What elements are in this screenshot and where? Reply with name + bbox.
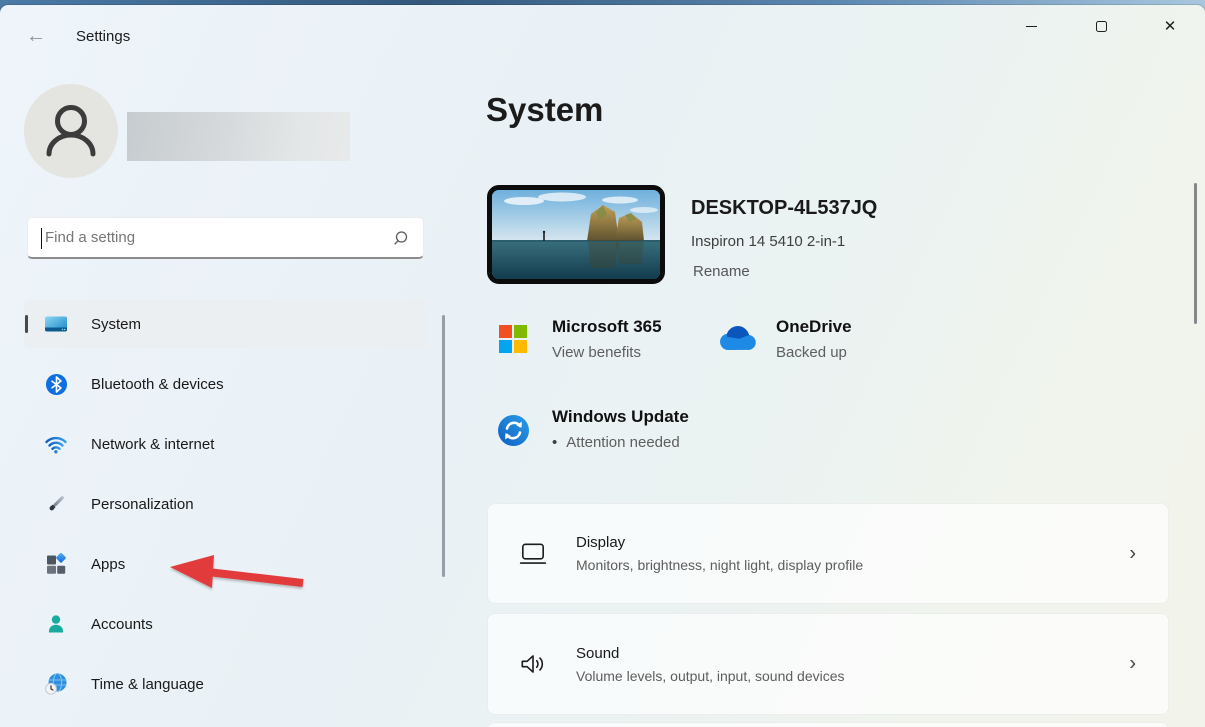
- minimize-icon: [1025, 25, 1037, 27]
- sidebar-item-bluetooth-devices[interactable]: Bluetooth & devices: [24, 360, 426, 408]
- avatar[interactable]: [24, 84, 118, 178]
- main-scrollbar[interactable]: [1194, 183, 1197, 324]
- minimize-button[interactable]: [1008, 9, 1054, 43]
- settings-window: ← Settings ✕ Find a setting System Bluet…: [0, 5, 1205, 727]
- device-name: DESKTOP-4L537JQ: [691, 197, 878, 219]
- sidebar-item-system[interactable]: System: [24, 300, 426, 348]
- card-display[interactable]: Display Monitors, brightness, night ligh…: [487, 503, 1169, 604]
- sidebar-item-network-internet[interactable]: Network & internet: [24, 420, 426, 468]
- sidebar-item-label: Bluetooth & devices: [91, 375, 224, 393]
- accounts-icon: [44, 612, 68, 636]
- sidebar-item-personalization[interactable]: Personalization: [24, 480, 426, 528]
- close-icon: ✕: [1163, 18, 1177, 35]
- user-name-redacted: [127, 112, 350, 161]
- back-icon: ←: [26, 24, 46, 47]
- quick-link-title: Windows Update: [552, 407, 689, 426]
- selected-indicator: [24, 315, 28, 333]
- rename-button[interactable]: Rename: [693, 263, 750, 280]
- chevron-right-icon: ›: [1129, 542, 1136, 564]
- window-title: Settings: [76, 28, 131, 45]
- sound-icon: [521, 655, 544, 673]
- microsoft-365-icon: [499, 325, 527, 353]
- maximize-button[interactable]: [1078, 9, 1124, 43]
- quick-link-title: OneDrive: [776, 317, 852, 336]
- display-icon: [519, 543, 547, 564]
- card-subtitle: Monitors, brightness, night light, displ…: [576, 557, 864, 573]
- onedrive-icon: [715, 325, 757, 357]
- close-button[interactable]: ✕: [1147, 9, 1193, 43]
- search-box: [27, 217, 424, 259]
- back-button[interactable]: ←: [20, 20, 52, 52]
- device-wallpaper-thumbnail: [487, 185, 665, 284]
- sidebar-item-label: Network & internet: [91, 435, 215, 453]
- bluetooth-icon: [44, 372, 68, 396]
- bullet-icon: •: [552, 434, 558, 451]
- time-language-icon: [44, 672, 68, 696]
- maximize-icon: [1095, 20, 1107, 32]
- card-title: Display: [576, 534, 626, 551]
- card-sound[interactable]: Sound Volume levels, output, input, soun…: [487, 613, 1169, 715]
- sidebar-item-label: Personalization: [91, 495, 194, 513]
- device-model: Inspiron 14 5410 2-in-1: [691, 233, 846, 250]
- system-icon: [44, 312, 68, 336]
- page-title: System: [486, 91, 604, 128]
- sidebar-item-apps[interactable]: Apps: [24, 540, 426, 588]
- sidebar-item-label: Time & language: [91, 675, 204, 693]
- quick-link-title: Microsoft 365: [552, 317, 662, 336]
- network-icon: [44, 432, 68, 456]
- quick-link-onedrive[interactable]: OneDrive Backed up: [776, 317, 852, 361]
- card-subtitle: Volume levels, output, input, sound devi…: [576, 667, 845, 684]
- quick-link-subtitle: Backed up: [776, 344, 847, 361]
- personalization-icon: [44, 492, 68, 516]
- card-partial[interactable]: [487, 722, 1169, 727]
- sidebar-nav: System Bluetooth & devices Network & int…: [24, 300, 426, 720]
- sidebar-item-label: Accounts: [91, 615, 153, 633]
- sidebar-item-accounts[interactable]: Accounts: [24, 600, 426, 648]
- sidebar-item-label: Apps: [91, 555, 126, 573]
- card-title: Sound: [576, 644, 620, 662]
- text-caret: [41, 228, 43, 249]
- apps-icon: [44, 552, 68, 576]
- search-icon[interactable]: [392, 230, 409, 247]
- quick-link-windows-update[interactable]: Windows Update • Attention needed: [552, 407, 689, 451]
- quick-link-microsoft-365[interactable]: Microsoft 365 View benefits: [552, 317, 662, 361]
- sidebar-item-time-language[interactable]: Time & language: [24, 660, 426, 708]
- sidebar-scrollbar[interactable]: [442, 315, 445, 577]
- quick-link-subtitle[interactable]: View benefits: [552, 344, 662, 361]
- windows-update-icon: [497, 414, 530, 452]
- quick-link-subtitle: • Attention needed: [552, 434, 680, 451]
- person-icon: [46, 105, 96, 157]
- search-input[interactable]: [28, 218, 423, 257]
- sidebar-item-label: System: [91, 315, 142, 333]
- chevron-right-icon: ›: [1129, 652, 1136, 675]
